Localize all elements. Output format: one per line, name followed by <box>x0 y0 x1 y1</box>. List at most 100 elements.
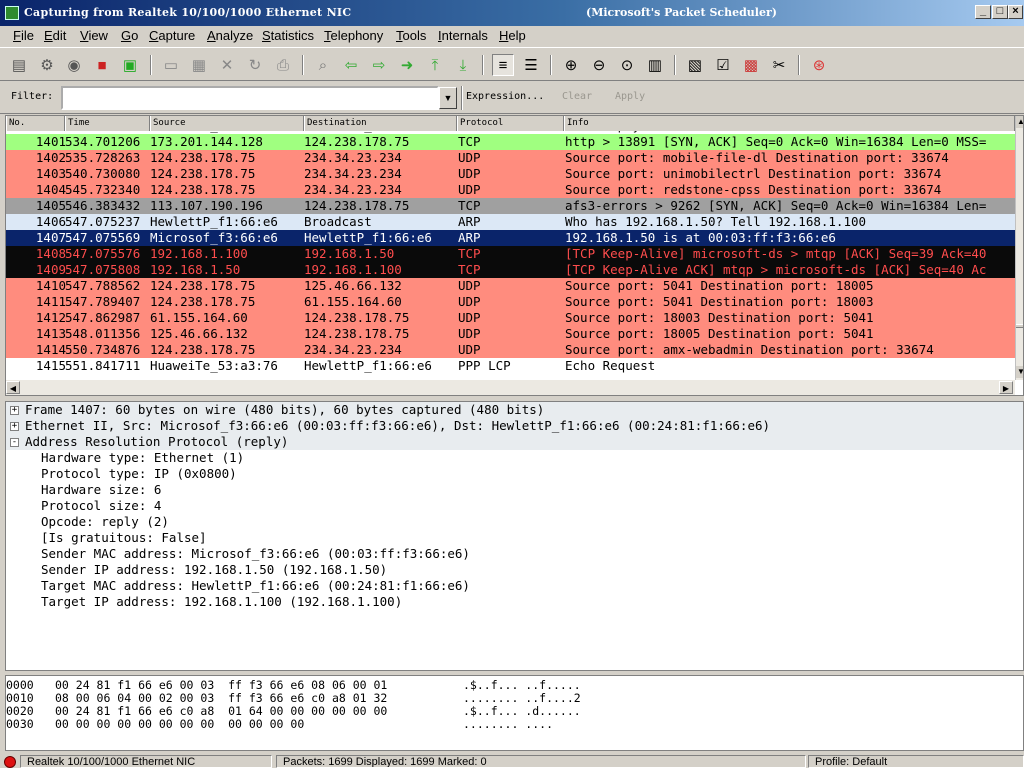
collapse-icon[interactable]: - <box>10 438 19 447</box>
menu-help[interactable]: Help <box>499 28 526 43</box>
goto-icon[interactable]: ➜ <box>396 54 418 76</box>
preferences-icon[interactable]: ✂ <box>768 54 790 76</box>
first-icon[interactable]: ⤒ <box>424 54 446 76</box>
packet-row[interactable]: 1403 540.730080 124.238.178.75 234.34.23.23… <box>6 166 1015 182</box>
expand-icon[interactable]: + <box>10 422 19 431</box>
packet-row[interactable]: 1401 534.701206 173.201.144.128 124.238.178… <box>6 134 1015 150</box>
packet-row[interactable]: 1411 547.789407 124.238.178.75 61.155.164.6… <box>6 294 1015 310</box>
packet-row[interactable]: 1414 550.734876 124.238.178.75 234.34.23.23… <box>6 342 1015 358</box>
packet-row[interactable]: 1412 547.862987 61.155.164.60 124.238.178.7… <box>6 310 1015 326</box>
save-icon[interactable]: ▦ <box>188 54 210 76</box>
packet-bytes-pane[interactable]: 0000 00 24 81 f1 66 e6 00 03 ff f3 66 e6 … <box>5 675 1024 751</box>
packet-info: Source port: unimobilectrl Destination p… <box>565 166 942 181</box>
detail-row[interactable]: Target MAC address: HewlettP_f1:66:e6 (0… <box>6 578 1023 594</box>
packet-info: Source port: amx-webadmin Destination po… <box>565 342 934 357</box>
menu-capture[interactable]: Capture <box>149 28 195 43</box>
last-icon[interactable]: ⤓ <box>452 54 474 76</box>
detail-row[interactable]: - Address Resolution Protocol (reply) <box>6 434 1023 450</box>
menu-view[interactable]: View <box>80 28 108 43</box>
autoscroll-icon[interactable]: ☰ <box>520 54 542 76</box>
packet-row[interactable]: 1404 545.732340 124.238.178.75 234.34.23.23… <box>6 182 1015 198</box>
colorize-icon[interactable]: ≡ <box>492 54 514 76</box>
display-filters-icon[interactable]: ☑ <box>712 54 734 76</box>
packet-list-vscroll[interactable]: ▲ ▼ <box>1015 116 1023 380</box>
packet-row[interactable]: 1407 547.075569 Microsof_f3:66:e6 HewlettP_… <box>6 230 1015 246</box>
menu-statistics[interactable]: Statistics <box>262 28 314 43</box>
packet-row[interactable]: 1413 548.011356 125.46.66.132 124.238.178.7… <box>6 326 1015 342</box>
packet-details-pane[interactable]: + Frame 1407: 60 bytes on wire (480 bits)… <box>5 401 1024 671</box>
packet-list[interactable]: No. Time Source Destination Protocol Inf… <box>5 115 1024 396</box>
back-icon[interactable]: ⇦ <box>340 54 362 76</box>
expand-icon[interactable]: + <box>10 406 19 415</box>
menu-internals[interactable]: Internals <box>438 28 488 43</box>
scroll-right-icon[interactable]: ▶ <box>999 381 1013 394</box>
capture-status-icon[interactable] <box>4 756 16 768</box>
menu-edit[interactable]: Edit <box>44 28 66 43</box>
help-icon[interactable]: ⊛ <box>808 54 830 76</box>
reload-icon[interactable]: ↻ <box>244 54 266 76</box>
scroll-up-icon[interactable]: ▲ <box>1016 116 1023 128</box>
resize-columns-icon[interactable]: ▥ <box>644 54 666 76</box>
close-window-button[interactable]: × <box>1008 5 1023 19</box>
detail-row[interactable]: Protocol size: 4 <box>6 498 1023 514</box>
detail-row[interactable]: + Ethernet II, Src: Microsof_f3:66:e6 (00… <box>6 418 1023 434</box>
menu-tools[interactable]: Tools <box>396 28 426 43</box>
detail-row[interactable]: + Frame 1407: 60 bytes on wire (480 bits)… <box>6 402 1023 418</box>
packet-row[interactable]: 1409 547.075808 192.168.1.50 192.168.1.100 T… <box>6 262 1015 278</box>
expression-button[interactable]: Expression... <box>466 91 544 102</box>
start-icon[interactable]: ◉ <box>63 54 85 76</box>
packet-row[interactable]: 1410 547.788562 124.238.178.75 125.46.66.13… <box>6 278 1015 294</box>
menu-telephony[interactable]: Telephony <box>324 28 383 43</box>
menu-file[interactable]: File <box>13 28 34 43</box>
scroll-down-icon[interactable]: ▼ <box>1016 366 1023 378</box>
scroll-left-icon[interactable]: ◀ <box>6 381 20 394</box>
scroll-thumb[interactable] <box>1016 324 1023 328</box>
print-icon[interactable]: ⎙ <box>272 54 294 76</box>
column-source[interactable]: Source <box>150 116 304 131</box>
stop-icon[interactable]: ■ <box>91 54 113 76</box>
detail-row[interactable]: [Is gratuitous: False] <box>6 530 1023 546</box>
normal-size-icon[interactable]: ⊙ <box>616 54 638 76</box>
column-no[interactable]: No. <box>6 116 65 131</box>
detail-row[interactable]: Opcode: reply (2) <box>6 514 1023 530</box>
detail-row[interactable]: Hardware type: Ethernet (1) <box>6 450 1023 466</box>
column-time[interactable]: Time <box>65 116 150 131</box>
column-protocol[interactable]: Protocol <box>457 116 564 131</box>
packet-destination: HewlettP_f1:66:e6 <box>304 358 432 373</box>
packet-row[interactable]: 1415 551.841711 HuaweiTe_53:a3:76 HewlettP_… <box>6 358 1015 374</box>
zoom-in-icon[interactable]: ⊕ <box>560 54 582 76</box>
detail-row[interactable]: Hardware size: 6 <box>6 482 1023 498</box>
packet-row[interactable]: 1406 547.075237 HewlettP_f1:66:e6 Broadcast… <box>6 214 1015 230</box>
detail-row[interactable]: Target IP address: 192.168.1.100 (192.16… <box>6 594 1023 610</box>
packet-row[interactable]: 1408 547.075576 192.168.1.100 192.168.1.50 T… <box>6 246 1015 262</box>
clear-button[interactable]: Clear <box>562 91 592 102</box>
column-destination[interactable]: Destination <box>304 116 457 131</box>
filter-input[interactable] <box>61 86 439 110</box>
detail-row[interactable]: Sender MAC address: Microsof_f3:66:e6 (0… <box>6 546 1023 562</box>
restart-icon[interactable]: ▣ <box>119 54 141 76</box>
column-info[interactable]: Info <box>564 116 1015 131</box>
filter-dropdown-button[interactable]: ▼ <box>439 87 457 109</box>
close-icon[interactable]: ✕ <box>216 54 238 76</box>
packet-destination: 234.34.23.234 <box>304 182 402 197</box>
zoom-out-icon[interactable]: ⊖ <box>588 54 610 76</box>
coloring-rules-icon[interactable]: ▩ <box>740 54 762 76</box>
packet-row[interactable]: 1405 546.383432 113.107.190.196 124.238.178… <box>6 198 1015 214</box>
forward-icon[interactable]: ⇨ <box>368 54 390 76</box>
detail-row[interactable]: Sender IP address: 192.168.1.50 (192.168… <box>6 562 1023 578</box>
menu-analyze[interactable]: Analyze <box>207 28 253 43</box>
options-icon[interactable]: ⚙ <box>36 54 58 76</box>
open-icon[interactable]: ▭ <box>160 54 182 76</box>
packet-list-hscroll[interactable]: ◀ ▶ <box>6 380 1015 395</box>
maximize-button[interactable]: □ <box>992 5 1008 19</box>
minimize-button[interactable]: _ <box>975 5 991 19</box>
apply-button[interactable]: Apply <box>615 91 645 102</box>
packet-row[interactable]: 1402 535.728263 124.238.178.75 234.34.23.23… <box>6 150 1015 166</box>
window-title: Capturing from Realtek 10/100/1000 Ether… <box>24 6 352 19</box>
interfaces-icon[interactable]: ▤ <box>8 54 30 76</box>
detail-row[interactable]: Protocol type: IP (0x0800) <box>6 466 1023 482</box>
capture-filters-icon[interactable]: ▧ <box>684 54 706 76</box>
status-profile[interactable]: Profile: Default <box>808 755 1024 768</box>
find-icon[interactable]: ⌕ <box>312 54 334 76</box>
menu-go[interactable]: Go <box>121 28 138 43</box>
